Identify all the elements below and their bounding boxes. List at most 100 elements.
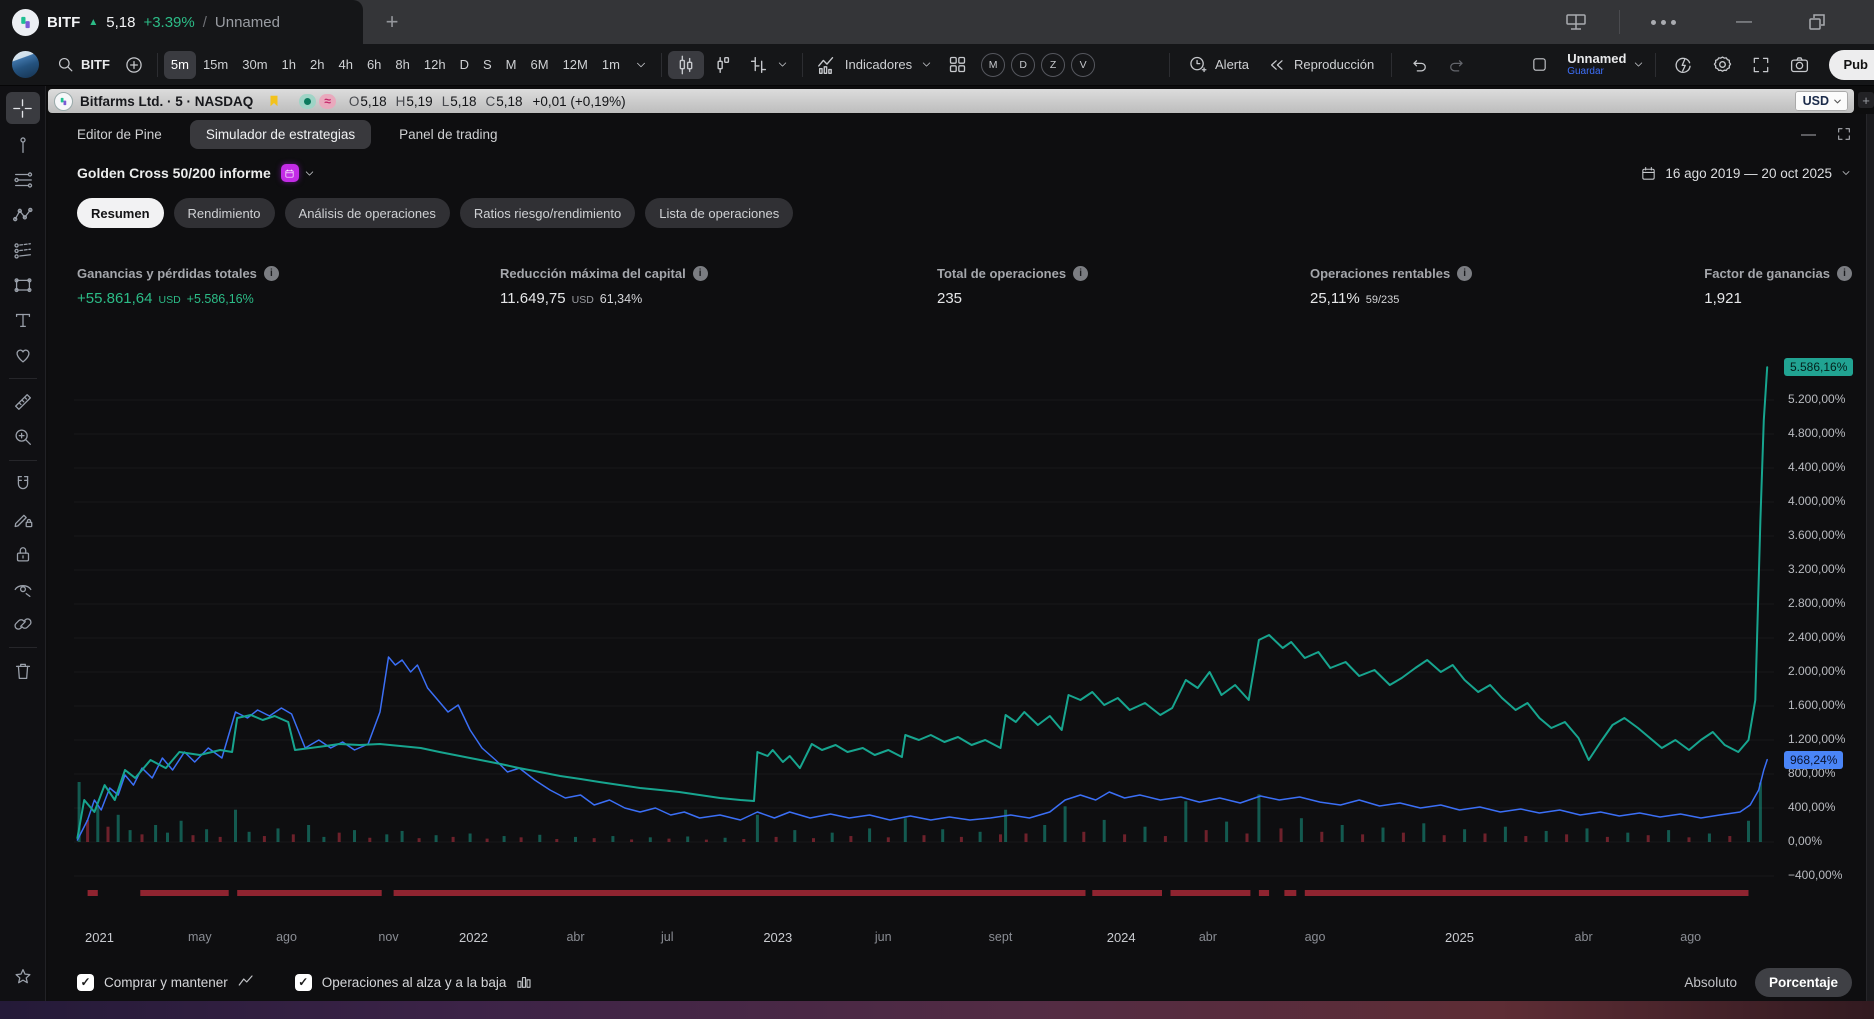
timeframe-4h[interactable]: 4h	[331, 51, 359, 79]
compare-add-symbol-button[interactable]	[117, 51, 151, 79]
hotlist-M-button[interactable]: M	[981, 53, 1005, 77]
checkbox-checked-icon[interactable]: ✓	[77, 974, 94, 991]
tab-strategy-tester[interactable]: Simulador de estrategias	[190, 120, 371, 149]
sync-drawings-tool[interactable]	[8, 610, 38, 638]
symbol-search[interactable]: BITF	[49, 51, 117, 79]
drawing-lock-tool[interactable]	[8, 505, 38, 533]
layout-name-menu[interactable]: Unnamed Guardar	[1567, 52, 1626, 77]
chevron-down-icon[interactable]	[1632, 58, 1645, 71]
measure-ruler-tool[interactable]	[8, 388, 38, 416]
shapes-rectangle-tool[interactable]	[8, 271, 38, 299]
undo-button[interactable]	[1402, 51, 1436, 79]
hide-all-tool[interactable]	[8, 575, 38, 603]
quick-search-button[interactable]	[1666, 51, 1701, 79]
chart-style-hollow-candles-button[interactable]	[704, 51, 740, 79]
chart-style-dropdown[interactable]	[740, 51, 796, 79]
multi-monitor-icon[interactable]	[1563, 0, 1589, 44]
favorites-star-button[interactable]	[8, 963, 38, 991]
window-minimize-button[interactable]: —	[1736, 0, 1752, 44]
subtab-rendimiento[interactable]: Rendimiento	[174, 198, 275, 228]
timeframe-6h[interactable]: 6h	[360, 51, 388, 79]
chart-x-axis[interactable]: 2021mayagonov2022abrjul2023junsept2024ab…	[74, 930, 1774, 950]
equity-curve-chart[interactable]	[74, 330, 1774, 905]
subtab-resumen[interactable]: Resumen	[77, 198, 164, 228]
chart-y-axis[interactable]: 5.200,00%4.800,00%4.400,00%4.000,00%3.60…	[1782, 320, 1866, 900]
chevron-down-icon[interactable]	[303, 167, 316, 180]
timeframe-15m[interactable]: 15m	[196, 51, 235, 79]
buy-hold-toggle[interactable]: ✓ Comprar y mantener	[77, 973, 255, 991]
window-restore-button[interactable]	[1806, 0, 1828, 44]
hotlist-D-button[interactable]: D	[1011, 53, 1035, 77]
alert-button[interactable]: Alerta	[1180, 51, 1256, 79]
strategy-title[interactable]: Golden Cross 50/200 informe	[77, 165, 271, 181]
timeframe-dropdown[interactable]	[627, 51, 655, 79]
snapshot-button[interactable]	[1782, 51, 1817, 79]
save-layout-link[interactable]: Guardar	[1567, 66, 1604, 77]
panel-scrollbar[interactable]	[1866, 114, 1874, 1001]
timeframe-6M[interactable]: 6M	[524, 51, 556, 79]
tab-trading-panel[interactable]: Panel de trading	[399, 127, 497, 142]
magnet-tool[interactable]	[8, 470, 38, 498]
delayed-data-icon[interactable]: ≈	[319, 94, 336, 109]
symbol-title[interactable]: Bitfarms Ltd. · 5 · NASDAQ	[80, 94, 253, 109]
timeframe-S[interactable]: S	[476, 51, 499, 79]
info-icon[interactable]: i	[1837, 266, 1852, 281]
zoom-in-tool[interactable]	[8, 423, 38, 451]
timeframe-12h[interactable]: 12h	[417, 51, 453, 79]
panel-minimize-button[interactable]: —	[1801, 126, 1816, 143]
redo-button[interactable]	[1440, 51, 1474, 79]
info-icon[interactable]: i	[264, 266, 279, 281]
timeframe-M[interactable]: M	[499, 51, 524, 79]
percent-mode-button[interactable]: Porcentaje	[1755, 968, 1852, 997]
info-icon[interactable]: i	[1073, 266, 1088, 281]
tab-pine-editor[interactable]: Editor de Pine	[77, 127, 162, 142]
trend-line-tool[interactable]	[8, 131, 38, 159]
timeframe-D[interactable]: D	[453, 51, 476, 79]
timeframe-12M[interactable]: 12M	[556, 51, 595, 79]
timeframe-1m[interactable]: 1m	[595, 51, 627, 79]
subtab-ratios[interactable]: Ratios riesgo/rendimiento	[460, 198, 635, 228]
lock-all-tool[interactable]	[8, 540, 38, 568]
chart-tab[interactable]: BITF ▲ 5,18 +3.39% / Unnamed	[0, 0, 363, 44]
timeframe-5m[interactable]: 5m	[164, 51, 196, 79]
timeframe-30m[interactable]: 30m	[235, 51, 274, 79]
symbol-legend-bar[interactable]: Bitfarms Ltd. · 5 · NASDAQ ≈ O5,18 H5,19…	[48, 89, 1854, 113]
hotlist-Z-button[interactable]: Z	[1041, 53, 1065, 77]
market-status-icon[interactable]	[299, 94, 316, 109]
layout-grid-button[interactable]	[940, 51, 975, 79]
fullscreen-button[interactable]	[1744, 51, 1778, 79]
user-avatar[interactable]	[12, 51, 39, 78]
timeframe-1h[interactable]: 1h	[275, 51, 303, 79]
info-icon[interactable]: i	[693, 266, 708, 281]
flag-bookmark-icon[interactable]	[267, 94, 281, 108]
subtab-lista[interactable]: Lista de operaciones	[645, 198, 793, 228]
new-tab-button[interactable]: +	[378, 8, 406, 36]
timeframe-2h[interactable]: 2h	[303, 51, 331, 79]
fib-retracement-tool[interactable]	[8, 166, 38, 194]
long-short-toggle[interactable]: ✓ Operaciones al alza y a la baja	[295, 973, 534, 991]
panel-maximize-icon[interactable]	[1836, 126, 1852, 142]
crosshair-tool[interactable]	[6, 92, 40, 124]
absolute-mode-button[interactable]: Absoluto	[1684, 975, 1737, 990]
wave-projection-tool[interactable]	[8, 236, 38, 264]
remove-drawings-tool[interactable]	[8, 657, 38, 685]
backtest-date-range[interactable]: 16 ago 2019 — 20 oct 2025	[1640, 165, 1852, 182]
window-menu-icon[interactable]	[1648, 0, 1678, 44]
checkbox-checked-icon[interactable]: ✓	[295, 974, 312, 991]
subtab-analisis[interactable]: Análisis de operaciones	[285, 198, 450, 228]
unsaved-indicator-icon[interactable]	[1524, 51, 1555, 79]
publish-button[interactable]: Pub	[1829, 50, 1874, 80]
timeframe-8h[interactable]: 8h	[388, 51, 416, 79]
pitchfork-pattern-tool[interactable]	[8, 201, 38, 229]
chart-style-candles-button[interactable]	[668, 51, 704, 79]
settings-button[interactable]	[1705, 51, 1740, 79]
indicators-button[interactable]: Indicadores	[809, 51, 940, 79]
info-icon[interactable]: i	[1457, 266, 1472, 281]
emoji-heart-tool[interactable]	[8, 341, 38, 369]
pane-add-button[interactable]: +	[1858, 92, 1874, 108]
hotlist-V-button[interactable]: V	[1071, 53, 1095, 77]
text-tool[interactable]	[8, 306, 38, 334]
replay-button[interactable]: Reproducción	[1260, 51, 1381, 79]
currency-selector[interactable]: USD	[1795, 91, 1848, 111]
strategy-deep-backtest-icon[interactable]	[281, 164, 299, 182]
